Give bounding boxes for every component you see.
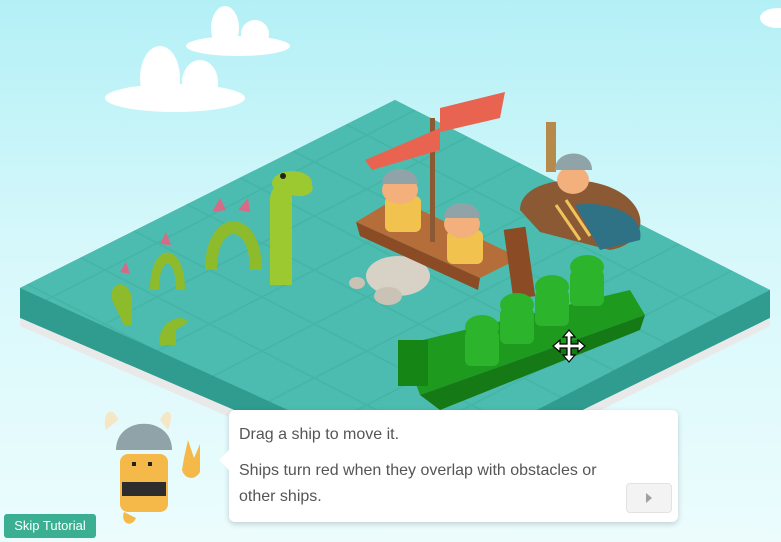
play-triangle-icon bbox=[646, 493, 652, 503]
tutorial-hint: Ships turn red when they overlap with ob… bbox=[239, 462, 597, 505]
tutorial-tooltip: Drag a ship to move it. Ships turn red w… bbox=[219, 410, 678, 522]
tutorial-instruction: Drag a ship to move it. bbox=[239, 426, 400, 443]
cloud-left bbox=[105, 46, 245, 112]
next-button[interactable] bbox=[626, 483, 672, 513]
cloud-top bbox=[186, 6, 290, 56]
viking-mascot bbox=[104, 411, 200, 524]
skip-tutorial-button[interactable]: Skip Tutorial bbox=[4, 514, 96, 538]
cloud-right bbox=[760, 8, 781, 28]
